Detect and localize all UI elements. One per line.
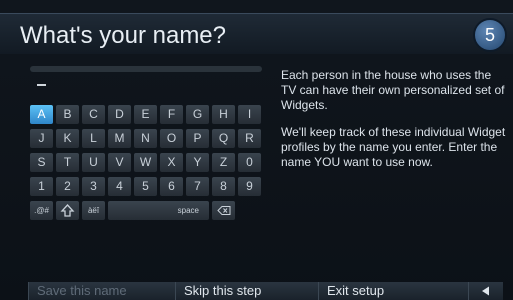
key[interactable]: Y xyxy=(186,153,209,172)
key[interactable]: 7 xyxy=(186,177,209,196)
key[interactable]: 3 xyxy=(82,177,105,196)
back-arrow-icon xyxy=(482,286,489,296)
keyboard-row-5: .@# àëî space xyxy=(30,201,264,220)
key[interactable]: Q xyxy=(212,129,235,148)
key[interactable]: A xyxy=(30,105,53,124)
setup-screen: What's your name? 5 A B C D E F G H I J … xyxy=(0,0,513,300)
key[interactable]: M xyxy=(108,129,131,148)
back-button[interactable] xyxy=(468,282,503,300)
accent-key[interactable]: àëî xyxy=(82,201,105,220)
footer-bar: Save this name Skip this step Exit setup xyxy=(28,282,503,300)
key[interactable]: R xyxy=(238,129,261,148)
key[interactable]: V xyxy=(108,153,131,172)
key[interactable]: 4 xyxy=(108,177,131,196)
page-title: What's your name? xyxy=(20,22,227,49)
key[interactable]: 0 xyxy=(238,153,261,172)
keyboard-row-3: S T U V W X Y Z 0 xyxy=(30,153,264,172)
key[interactable]: 9 xyxy=(238,177,261,196)
text-cursor xyxy=(37,84,46,86)
step-badge: 5 xyxy=(473,18,507,52)
backspace-icon xyxy=(217,206,231,215)
key[interactable]: E xyxy=(134,105,157,124)
name-input[interactable] xyxy=(30,66,262,72)
key[interactable]: C xyxy=(82,105,105,124)
description: Each person in the house who uses the TV… xyxy=(281,68,506,182)
save-name-button[interactable]: Save this name xyxy=(28,282,175,300)
key[interactable]: N xyxy=(134,129,157,148)
key[interactable]: 8 xyxy=(212,177,235,196)
keyboard-row-2: J K L M N O P Q R xyxy=(30,129,264,148)
shift-key[interactable] xyxy=(56,201,79,220)
key[interactable]: T xyxy=(56,153,79,172)
keyboard-row-4: 1 2 3 4 5 6 7 8 9 xyxy=(30,177,264,196)
key[interactable]: P xyxy=(186,129,209,148)
key[interactable]: 6 xyxy=(160,177,183,196)
key[interactable]: D xyxy=(108,105,131,124)
key[interactable]: Z xyxy=(212,153,235,172)
key[interactable]: 2 xyxy=(56,177,79,196)
symbols-key[interactable]: .@# xyxy=(30,201,53,220)
key[interactable]: H xyxy=(212,105,235,124)
description-paragraph-1: Each person in the house who uses the TV… xyxy=(281,68,505,112)
key[interactable]: F xyxy=(160,105,183,124)
key[interactable]: J xyxy=(30,129,53,148)
shift-icon xyxy=(60,204,75,217)
key[interactable]: K xyxy=(56,129,79,148)
description-paragraph-2: We'll keep track of these individual Wid… xyxy=(281,125,506,169)
backspace-key[interactable] xyxy=(212,201,235,220)
keyboard-row-1: A B C D E F G H I xyxy=(30,105,264,124)
space-key[interactable]: space xyxy=(108,201,209,220)
key[interactable]: W xyxy=(134,153,157,172)
skip-step-button[interactable]: Skip this step xyxy=(175,282,318,300)
key[interactable]: I xyxy=(238,105,261,124)
key[interactable]: U xyxy=(82,153,105,172)
onscreen-keyboard: A B C D E F G H I J K L M N O P Q R S T … xyxy=(30,105,264,225)
key[interactable]: X xyxy=(160,153,183,172)
key[interactable]: 1 xyxy=(30,177,53,196)
key[interactable]: S xyxy=(30,153,53,172)
exit-setup-button[interactable]: Exit setup xyxy=(318,282,468,300)
key[interactable]: G xyxy=(186,105,209,124)
key[interactable]: O xyxy=(160,129,183,148)
key[interactable]: 5 xyxy=(134,177,157,196)
header-bar: What's your name? 5 xyxy=(0,13,513,54)
key[interactable]: B xyxy=(56,105,79,124)
key[interactable]: L xyxy=(82,129,105,148)
